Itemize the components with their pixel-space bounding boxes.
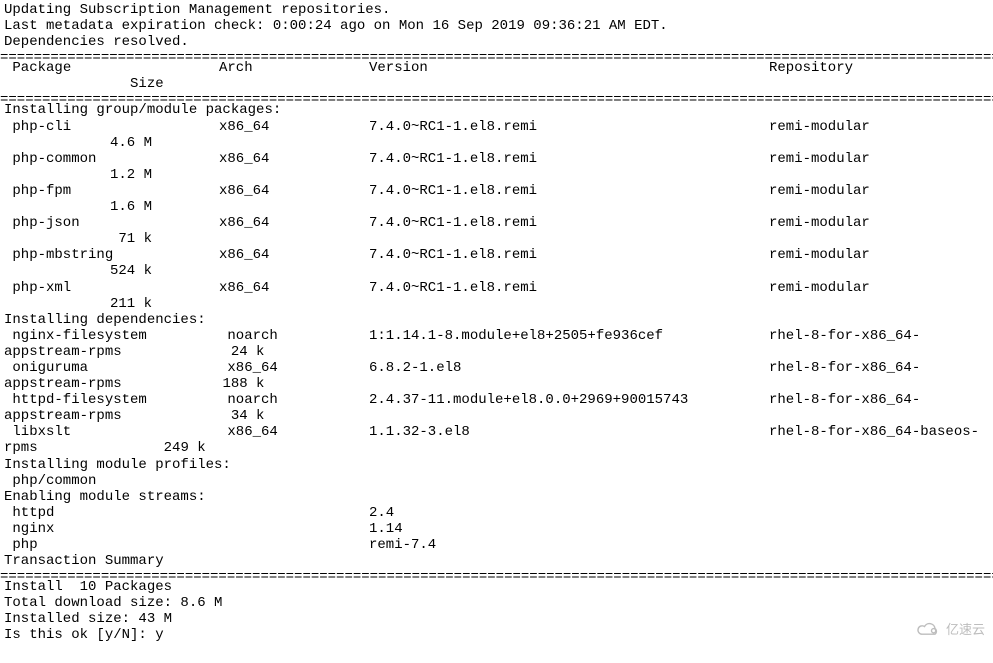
stream-version: 1.14 (369, 521, 769, 537)
pkg-arch: x86_64 (219, 183, 369, 199)
pkg-name: php-cli (4, 119, 219, 135)
pkg-version: 2.4.37-11.module+el8.0.0+2969+90015743 (369, 392, 769, 408)
package-row: php-fpm x86_64 7.4.0~RC1-1.el8.remi remi… (0, 183, 993, 215)
pkg-name: nginx-filesystem (4, 328, 219, 344)
watermark-text: 亿速云 (946, 623, 985, 638)
stream-row: nginx 1.14 (0, 521, 993, 537)
divider (0, 50, 993, 60)
confirm-prompt[interactable]: Is this ok [y/N]: y (0, 627, 993, 643)
col-size: Size (0, 76, 993, 92)
section-install-group: Installing group/module packages: (0, 102, 993, 118)
pkg-arch: x86_64 (219, 215, 369, 231)
pkg-repo: remi-modular (769, 119, 989, 135)
col-package: Package (4, 60, 219, 76)
pkg-size: 71 k (0, 231, 993, 247)
pkg-repo: remi-modular (769, 247, 989, 263)
section-install-profiles: Installing module profiles: (0, 457, 993, 473)
pkg-name: php-common (4, 151, 219, 167)
pkg-name: php-json (4, 215, 219, 231)
package-row: oniguruma x86_64 6.8.2-1.el8 rhel-8-for-… (0, 360, 993, 392)
summary-download: Total download size: 8.6 M (0, 595, 993, 611)
pkg-version: 7.4.0~RC1-1.el8.remi (369, 151, 769, 167)
stream-version: 2.4 (369, 505, 769, 521)
stream-row: php remi-7.4 (0, 537, 993, 553)
package-row: php-common x86_64 7.4.0~RC1-1.el8.remi r… (0, 151, 993, 183)
pkg-name: libxslt (4, 424, 219, 440)
package-row: php-mbstring x86_64 7.4.0~RC1-1.el8.remi… (0, 247, 993, 279)
summary-install: Install 10 Packages (0, 579, 993, 595)
summary-installed: Installed size: 43 M (0, 611, 993, 627)
package-row: php-xml x86_64 7.4.0~RC1-1.el8.remi remi… (0, 280, 993, 312)
profile-item: php/common (0, 473, 993, 489)
stream-gap (219, 521, 369, 537)
pkg-repo-size: appstream-rpms 34 k (0, 408, 993, 424)
stream-row: httpd 2.4 (0, 505, 993, 521)
column-header-row: Package Arch Version Repository (0, 60, 993, 76)
pkg-version: 7.4.0~RC1-1.el8.remi (369, 119, 769, 135)
deps-resolved-line: Dependencies resolved. (0, 34, 993, 50)
stream-version: remi-7.4 (369, 537, 769, 553)
pkg-arch: x86_64 (219, 360, 369, 376)
stream-name: nginx (4, 521, 219, 537)
package-row: libxslt x86_64 1.1.32-3.el8 rhel-8-for-x… (0, 424, 993, 456)
section-install-deps: Installing dependencies: (0, 312, 993, 328)
pkg-size: 1.6 M (0, 199, 993, 215)
section-enabling-streams: Enabling module streams: (0, 489, 993, 505)
pkg-version: 1:1.14.1-8.module+el8+2505+fe936cef (369, 328, 769, 344)
pkg-arch: x86_64 (219, 280, 369, 296)
col-version: Version (369, 60, 769, 76)
pkg-arch: x86_64 (219, 247, 369, 263)
pkg-version: 7.4.0~RC1-1.el8.remi (369, 215, 769, 231)
watermark: 亿速云 (914, 621, 985, 639)
pkg-repo: rhel-8-for-x86_64-baseos- (769, 424, 989, 440)
pkg-repo: rhel-8-for-x86_64- (769, 328, 989, 344)
metadata-line: Last metadata expiration check: 0:00:24 … (0, 18, 993, 34)
pkg-arch: x86_64 (219, 151, 369, 167)
package-row: nginx-filesystem noarch 1:1.14.1-8.modul… (0, 328, 993, 360)
stream-gap (219, 505, 369, 521)
pkg-repo: remi-modular (769, 280, 989, 296)
pkg-size: 1.2 M (0, 167, 993, 183)
section-transaction-summary: Transaction Summary (0, 553, 993, 569)
stream-name: httpd (4, 505, 219, 521)
pkg-repo-size: appstream-rpms 24 k (0, 344, 993, 360)
pkg-version: 7.4.0~RC1-1.el8.remi (369, 183, 769, 199)
cloud-icon (914, 621, 942, 639)
pkg-size: 211 k (0, 296, 993, 312)
pkg-version: 7.4.0~RC1-1.el8.remi (369, 247, 769, 263)
pkg-repo: remi-modular (769, 151, 989, 167)
col-repository: Repository (769, 60, 989, 76)
pkg-repo: rhel-8-for-x86_64- (769, 360, 989, 376)
pkg-name: php-mbstring (4, 247, 219, 263)
stream-name: php (4, 537, 219, 553)
package-row: php-cli x86_64 7.4.0~RC1-1.el8.remi remi… (0, 119, 993, 151)
pkg-arch: noarch (219, 392, 369, 408)
pkg-name: oniguruma (4, 360, 219, 376)
pkg-size: 4.6 M (0, 135, 993, 151)
pkg-arch: x86_64 (219, 119, 369, 135)
pkg-arch: noarch (219, 328, 369, 344)
pkg-arch: x86_64 (219, 424, 369, 440)
pkg-repo: rhel-8-for-x86_64- (769, 392, 989, 408)
pkg-repo: remi-modular (769, 183, 989, 199)
pkg-name: httpd-filesystem (4, 392, 219, 408)
pkg-name: php-fpm (4, 183, 219, 199)
pkg-version: 7.4.0~RC1-1.el8.remi (369, 280, 769, 296)
pkg-version: 1.1.32-3.el8 (369, 424, 769, 440)
pkg-repo-size: appstream-rpms 188 k (0, 376, 993, 392)
divider (0, 569, 993, 579)
pkg-size: 524 k (0, 263, 993, 279)
package-row: php-json x86_64 7.4.0~RC1-1.el8.remi rem… (0, 215, 993, 247)
divider (0, 92, 993, 102)
package-row: httpd-filesystem noarch 2.4.37-11.module… (0, 392, 993, 424)
pkg-repo-size: rpms 249 k (0, 440, 993, 456)
pkg-repo: remi-modular (769, 215, 989, 231)
pkg-name: php-xml (4, 280, 219, 296)
pkg-version: 6.8.2-1.el8 (369, 360, 769, 376)
stream-gap (219, 537, 369, 553)
col-arch: Arch (219, 60, 369, 76)
status-line: Updating Subscription Management reposit… (0, 2, 993, 18)
